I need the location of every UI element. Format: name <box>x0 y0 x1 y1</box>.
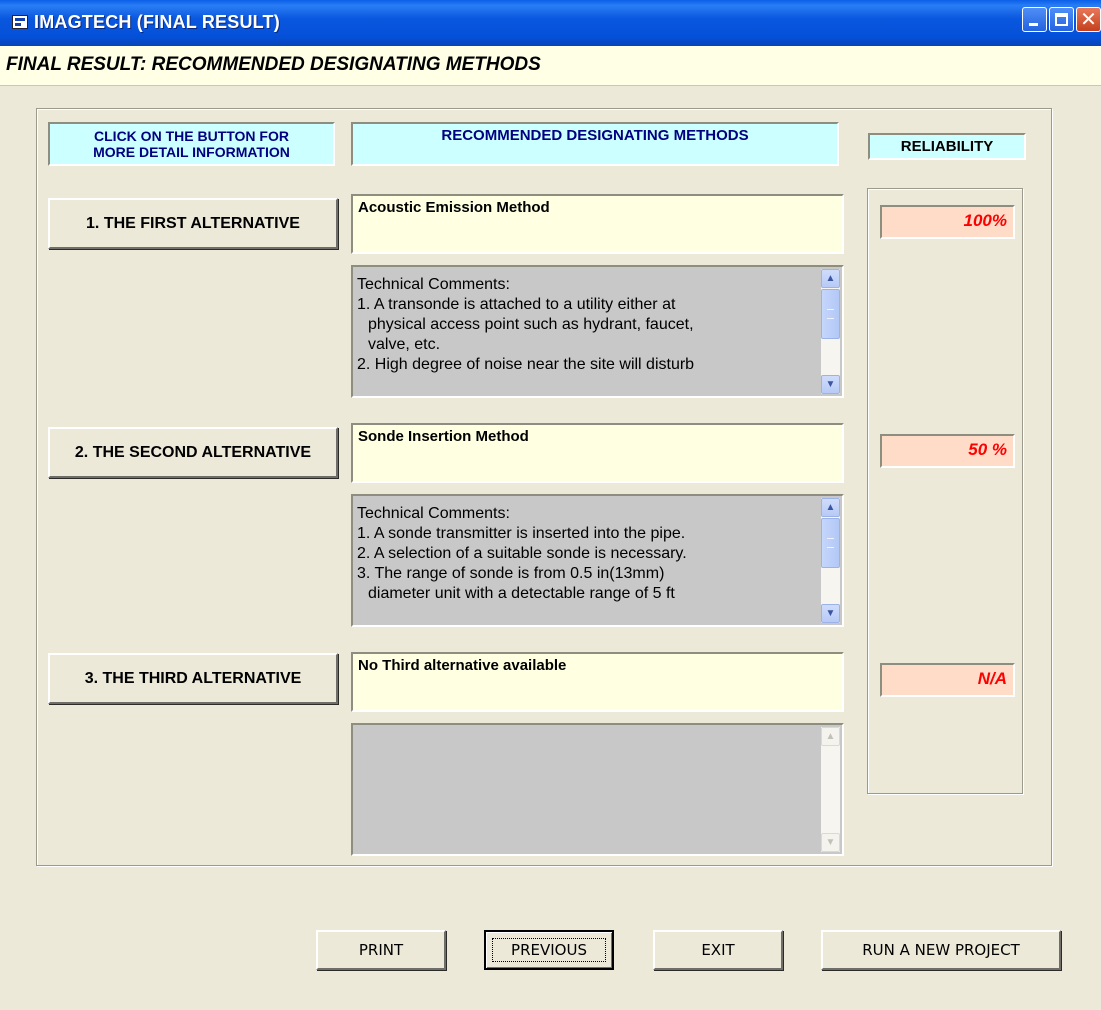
scroll-up-icon: ▲ <box>821 727 840 746</box>
third-method-field[interactable]: No Third alternative available <box>351 652 844 712</box>
run-new-project-button[interactable]: RUN A NEW PROJECT <box>821 930 1061 970</box>
third-comments-textbox[interactable]: ▲ ▼ <box>351 723 844 856</box>
previous-button-label: PREVIOUS <box>492 938 606 962</box>
maximize-button[interactable] <box>1049 7 1074 32</box>
title-bar[interactable]: IMAGTECH (FINAL RESULT) ✕ <box>0 0 1101 46</box>
comment-line: Technical Comments: <box>357 505 510 522</box>
comment-line: 2. A selection of a suitable sonde is ne… <box>357 545 687 562</box>
header-band: FINAL RESULT: RECOMMENDED DESIGNATING ME… <box>0 46 1101 86</box>
scroll-down-icon[interactable]: ▼ <box>821 604 840 623</box>
exit-button-label: EXIT <box>701 941 735 959</box>
comment-line: physical access point such as hydrant, f… <box>368 316 694 333</box>
scroll-up-icon[interactable]: ▲ <box>821 269 840 288</box>
comment-line: 1. A transonde is attached to a utility … <box>357 296 676 313</box>
previous-button[interactable]: PREVIOUS <box>484 930 614 970</box>
comment-line: 3. The range of sonde is from 0.5 in(13m… <box>357 565 665 582</box>
instruction-header: CLICK ON THE BUTTON FOR MORE DETAIL INFO… <box>48 122 335 166</box>
comment-line: 2. High degree of noise near the site wi… <box>357 356 695 373</box>
comment-line: 1. A sonde transmitter is inserted into … <box>357 525 686 542</box>
close-button[interactable]: ✕ <box>1076 7 1101 32</box>
first-comments-text: Technical Comments: 1. A transonde is at… <box>357 275 818 375</box>
minimize-button[interactable] <box>1022 7 1047 32</box>
first-comments-textbox[interactable]: Technical Comments: 1. A transonde is at… <box>351 265 844 398</box>
instruction-line-1: CLICK ON THE BUTTON FOR <box>94 128 289 144</box>
methods-header: RECOMMENDED DESIGNATING METHODS <box>351 122 839 166</box>
run-new-project-label: RUN A NEW PROJECT <box>862 941 1020 959</box>
first-reliability-value: 100% <box>880 205 1015 239</box>
third-reliability-value: N/A <box>880 663 1015 697</box>
scroll-down-icon: ▼ <box>821 833 840 852</box>
scroll-down-icon[interactable]: ▼ <box>821 375 840 394</box>
comment-line: Technical Comments: <box>357 276 510 293</box>
second-reliability-value: 50 % <box>880 434 1015 468</box>
third-comments-scrollbar: ▲ ▼ <box>821 727 840 852</box>
close-icon: ✕ <box>1080 7 1097 31</box>
first-alternative-button[interactable]: 1. THE FIRST ALTERNATIVE <box>48 198 338 249</box>
exit-button[interactable]: EXIT <box>653 930 783 970</box>
reliability-panel <box>867 188 1023 794</box>
window-title: IMAGTECH (FINAL RESULT) <box>34 12 280 32</box>
app-icon <box>12 15 28 29</box>
page-title: FINAL RESULT: RECOMMENDED DESIGNATING ME… <box>6 54 541 75</box>
second-alternative-button[interactable]: 2. THE SECOND ALTERNATIVE <box>48 427 338 478</box>
second-method-field[interactable]: Sonde Insertion Method <box>351 423 844 483</box>
scroll-up-icon[interactable]: ▲ <box>821 498 840 517</box>
print-button-label: PRINT <box>358 941 404 959</box>
comment-line: diameter unit with a detectable range of… <box>368 585 675 602</box>
reliability-header: RELIABILITY <box>868 133 1026 160</box>
first-comments-scrollbar[interactable]: ▲ ▼ <box>821 269 840 394</box>
print-button[interactable]: PRINT <box>316 930 446 970</box>
first-method-field[interactable]: Acoustic Emission Method <box>351 194 844 254</box>
scroll-thumb[interactable] <box>821 289 840 339</box>
second-comments-textbox[interactable]: Technical Comments: 1. A sonde transmitt… <box>351 494 844 627</box>
second-comments-scrollbar[interactable]: ▲ ▼ <box>821 498 840 623</box>
third-alternative-button[interactable]: 3. THE THIRD ALTERNATIVE <box>48 653 338 704</box>
instruction-line-2: MORE DETAIL INFORMATION <box>93 144 290 160</box>
scroll-thumb[interactable] <box>821 518 840 568</box>
second-comments-text: Technical Comments: 1. A sonde transmitt… <box>357 504 818 604</box>
comment-line: valve, etc. <box>368 336 441 353</box>
